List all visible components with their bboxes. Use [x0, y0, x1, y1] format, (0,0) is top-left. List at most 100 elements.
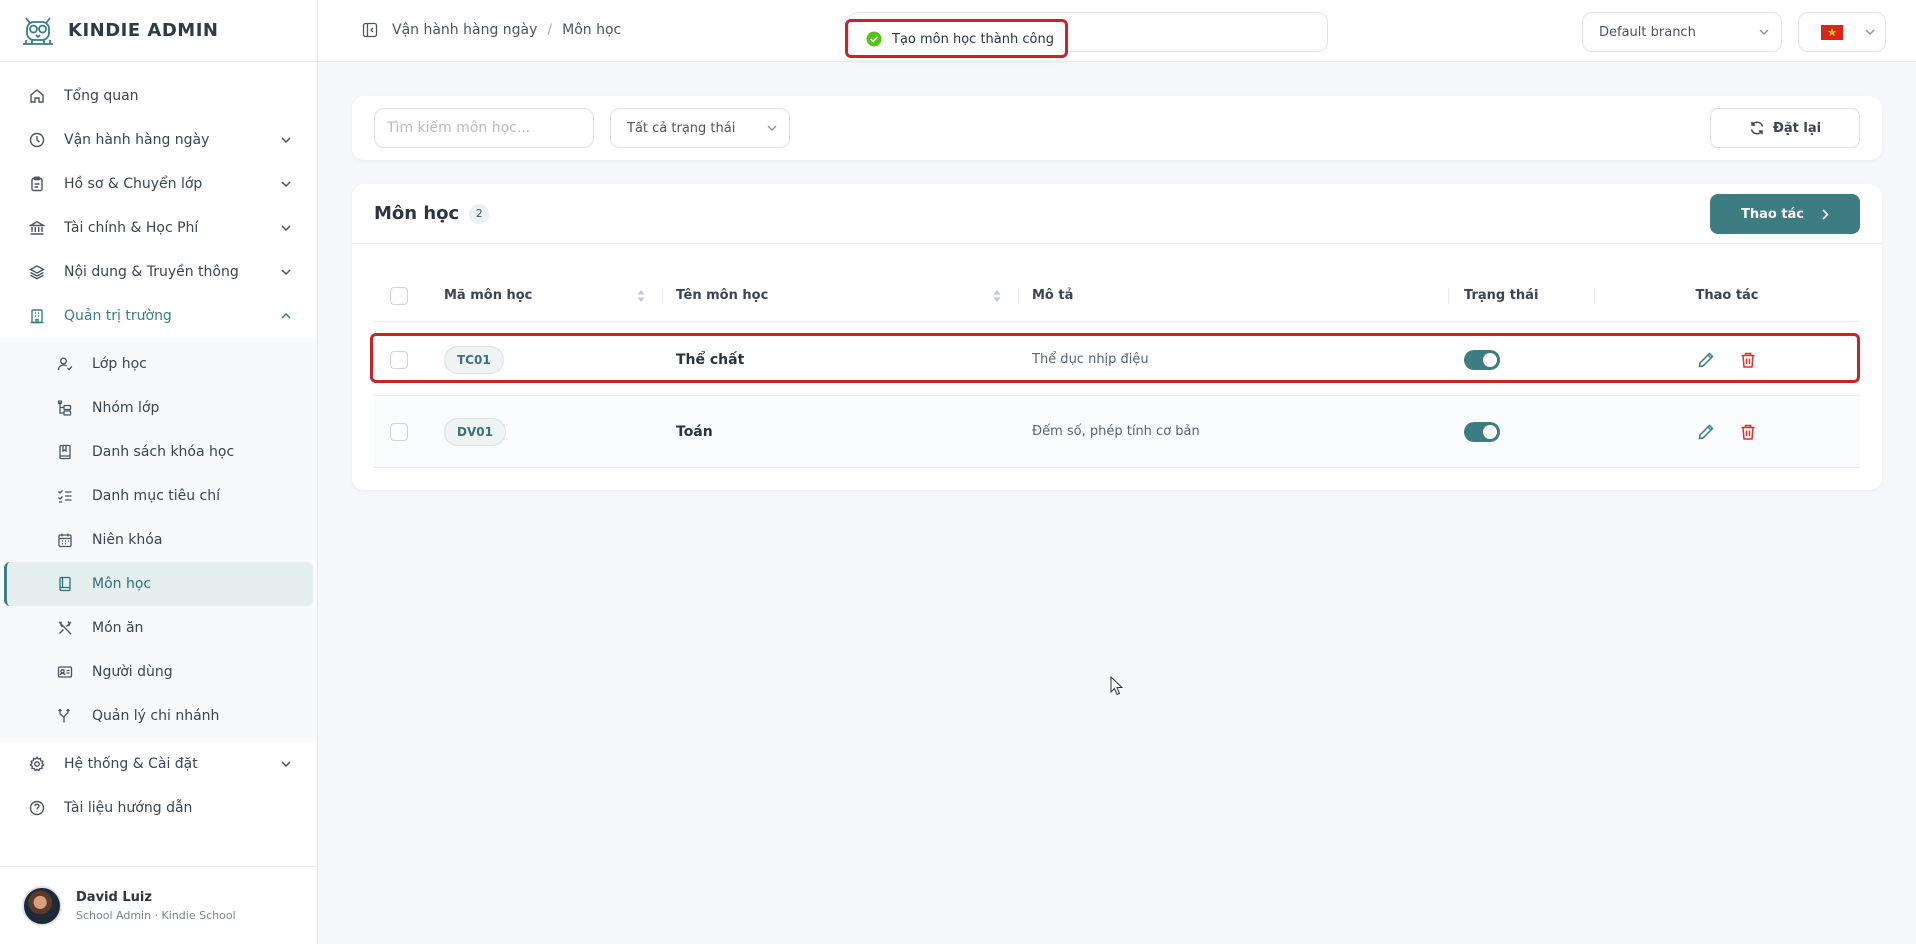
- logo[interactable]: KINDIE ADMIN: [0, 0, 317, 62]
- avatar: [22, 885, 62, 926]
- description-cell: Đếm số, phép tính cơ bản: [1018, 396, 1448, 467]
- sidebar-item-label: Lớp học: [92, 356, 147, 372]
- bulk-actions-label: Thao tác: [1740, 206, 1805, 222]
- row-checkbox[interactable]: [390, 422, 408, 441]
- layers-icon: [28, 263, 46, 281]
- table-card-header: Môn học 2 Thao tác: [352, 184, 1882, 244]
- sidebar-item-finance[interactable]: Tài chính & Học Phí: [0, 206, 317, 250]
- sidebar-item-system-settings[interactable]: Hệ thống & Cài đặt: [0, 742, 317, 786]
- bulk-actions-button[interactable]: Thao tác: [1710, 194, 1860, 234]
- sidebar-item-branches[interactable]: Quản lý chi nhánh: [4, 694, 313, 738]
- user-name: David Luiz: [76, 889, 152, 905]
- column-header-code[interactable]: Mã môn học: [444, 270, 662, 321]
- breadcrumb-separator: /: [547, 22, 553, 38]
- chevron-down-icon: [279, 133, 293, 147]
- sidebar-item-course-list[interactable]: Danh sách khóa học: [4, 430, 313, 474]
- app-title: KINDIE ADMIN: [68, 20, 219, 41]
- sidebar-item-overview[interactable]: Tổng quan: [0, 74, 317, 118]
- branch-select[interactable]: Default branch: [1582, 12, 1782, 52]
- sidebar-item-subjects[interactable]: Môn học: [4, 562, 313, 606]
- sidebar-item-label: Hồ sơ & Chuyển lớp: [64, 176, 203, 192]
- breadcrumb: Vận hành hàng ngày / Môn học: [362, 22, 621, 38]
- reset-button[interactable]: Đặt lại: [1710, 108, 1860, 148]
- status-toggle[interactable]: [1464, 421, 1500, 442]
- bank-icon: [28, 219, 46, 237]
- actions-cell: [1594, 324, 1860, 395]
- home-icon: [28, 87, 46, 105]
- name-cell: Toán: [662, 396, 1018, 467]
- clipboard-icon: [28, 175, 46, 193]
- sidebar-item-label: Món ăn: [92, 620, 144, 636]
- status-filter-select[interactable]: Tất cả trạng thái: [610, 108, 790, 148]
- column-header-name[interactable]: Tên môn học: [662, 270, 1018, 321]
- row-checkbox[interactable]: [390, 350, 408, 369]
- sidebar: KINDIE ADMIN Tổng quan Vận hành hàng ngà…: [0, 0, 318, 944]
- hierarchy-icon: [56, 399, 74, 417]
- status-toggle[interactable]: [1464, 349, 1500, 370]
- column-header-status: Trạng thái: [1448, 270, 1594, 321]
- sidebar-item-label: Môn học: [92, 576, 152, 592]
- header-checkbox-cell: [374, 270, 444, 321]
- column-header-label: Tên môn học: [676, 288, 769, 303]
- language-select[interactable]: ★: [1798, 12, 1886, 52]
- table-row[interactable]: TC01 Thể chất Thể dục nhịp điệu: [374, 324, 1860, 396]
- breadcrumb-item-daily-operations[interactable]: Vận hành hàng ngày: [392, 22, 537, 38]
- status-cell: [1448, 324, 1594, 395]
- sidebar-item-label: Danh sách khóa học: [92, 444, 235, 460]
- sidebar-item-content[interactable]: Nội dung & Truyền thông: [0, 250, 317, 294]
- subject-description: Đếm số, phép tính cơ bản: [1032, 424, 1200, 439]
- row-checkbox-cell: [374, 396, 444, 467]
- sidebar-item-class-groups[interactable]: Nhóm lớp: [4, 386, 313, 430]
- column-header-actions: Thao tác: [1594, 270, 1860, 321]
- vietnam-flag-icon: ★: [1821, 24, 1843, 40]
- subject-code-badge: DV01: [444, 417, 506, 446]
- row-checkbox-cell: [374, 324, 444, 395]
- sidebar-item-users[interactable]: Người dùng: [4, 650, 313, 694]
- owl-logo-icon: [23, 16, 53, 45]
- table-row[interactable]: DV01 Toán Đếm số, phép tính cơ bản: [374, 396, 1860, 468]
- user-check-icon: [56, 355, 74, 373]
- chevron-right-icon: [1822, 208, 1829, 220]
- sidebar-item-records[interactable]: Hồ sơ & Chuyển lớp: [0, 162, 317, 206]
- sidebar-item-classes[interactable]: Lớp học: [4, 342, 313, 386]
- sidebar-item-docs[interactable]: Tài liệu hướng dẫn: [0, 786, 317, 830]
- subject-description: Thể dục nhịp điệu: [1032, 352, 1149, 367]
- subject-search-input[interactable]: [374, 108, 594, 148]
- branch-select-value: Default branch: [1599, 24, 1696, 40]
- sidebar-item-school-year[interactable]: Niên khóa: [4, 518, 313, 562]
- reset-button-label: Đặt lại: [1772, 120, 1822, 136]
- code-cell: DV01: [444, 396, 662, 467]
- chevron-down-icon: [1865, 29, 1875, 35]
- branch-icon: [56, 707, 74, 725]
- edit-icon[interactable]: [1695, 421, 1717, 443]
- edit-icon[interactable]: [1695, 349, 1717, 371]
- toast-message: Tạo môn học thành công: [892, 31, 1054, 47]
- utensils-icon: [56, 619, 74, 637]
- sidebar-item-daily-operations[interactable]: Vận hành hàng ngày: [0, 118, 317, 162]
- sidebar-nav: Tổng quan Vận hành hàng ngày Hồ sơ & Chu…: [0, 62, 317, 830]
- sidebar-item-school-admin[interactable]: Quản trị trường: [0, 294, 317, 338]
- sidebar-item-dishes[interactable]: Món ăn: [4, 606, 313, 650]
- sidebar-item-criteria[interactable]: Danh mục tiêu chí: [4, 474, 313, 518]
- trash-icon[interactable]: [1737, 421, 1759, 443]
- sidebar-item-label: Danh mục tiêu chí: [92, 488, 220, 504]
- sort-icon[interactable]: [992, 288, 1002, 304]
- description-cell: Thể dục nhịp điệu: [1018, 324, 1448, 395]
- sort-icon[interactable]: [636, 288, 646, 304]
- status-filter-value: Tất cả trạng thái: [627, 120, 736, 136]
- subject-code-badge: TC01: [444, 345, 504, 374]
- select-all-checkbox[interactable]: [390, 286, 408, 305]
- filter-bar: Tất cả trạng thái Đặt lại: [352, 96, 1882, 160]
- sidebar-item-label: Vận hành hàng ngày: [64, 132, 210, 148]
- building-icon: [28, 307, 46, 325]
- sidebar-item-label: Nhóm lớp: [92, 400, 160, 416]
- column-header-description: Mô tả: [1018, 270, 1448, 321]
- book-open-icon: [56, 575, 74, 593]
- user-profile[interactable]: David Luiz School Admin · Kindie School: [0, 866, 318, 944]
- checklist-icon: [56, 487, 74, 505]
- school-admin-submenu: Lớp học Nhóm lớp Danh sách khóa học Danh…: [0, 338, 317, 742]
- name-cell: Thể chất: [662, 324, 1018, 395]
- chevron-down-icon: [279, 221, 293, 235]
- trash-icon[interactable]: [1737, 349, 1759, 371]
- sidebar-toggle-icon[interactable]: [362, 22, 378, 38]
